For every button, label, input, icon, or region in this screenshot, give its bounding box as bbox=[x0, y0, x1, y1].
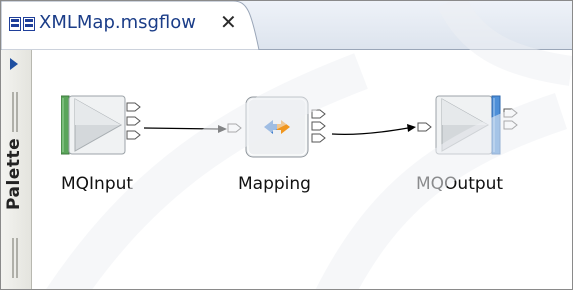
tab-title: XMLMap.msgflow bbox=[39, 12, 197, 33]
editor-frame: XMLMap.msgflow ✕ Palette MQInput Mapping… bbox=[0, 0, 573, 290]
connection-mqinput-mapping[interactable] bbox=[143, 125, 227, 133]
mq-output-node-icon bbox=[417, 95, 518, 155]
node-label-mqoutput: MQOutput bbox=[416, 174, 504, 194]
palette-grip-bottom[interactable] bbox=[11, 238, 21, 278]
node-mapping[interactable] bbox=[226, 96, 336, 158]
palette-label: Palette bbox=[4, 137, 24, 210]
mq-input-node-icon bbox=[60, 95, 141, 155]
node-label-mqinput: MQInput bbox=[61, 174, 134, 194]
node-label-mapping: Mapping bbox=[238, 174, 311, 194]
palette-grip-top[interactable] bbox=[11, 92, 21, 132]
connection-mapping-mqoutput[interactable] bbox=[331, 124, 416, 135]
connections-layer bbox=[143, 124, 416, 135]
node-mqinput[interactable] bbox=[60, 95, 151, 155]
node-mqoutput[interactable] bbox=[416, 95, 526, 155]
close-icon[interactable]: ✕ bbox=[220, 10, 237, 34]
flow-canvas[interactable]: MQInput Mapping MQOutput bbox=[32, 50, 572, 289]
editor-tab-strip: XMLMap.msgflow ✕ bbox=[1, 1, 572, 50]
mapping-node-icon bbox=[227, 96, 326, 158]
triangle-right-icon[interactable] bbox=[9, 58, 19, 70]
palette-panel[interactable]: Palette bbox=[1, 50, 32, 289]
message-flow-icon bbox=[9, 17, 35, 31]
editor-tab[interactable]: XMLMap.msgflow ✕ bbox=[1, 1, 261, 50]
